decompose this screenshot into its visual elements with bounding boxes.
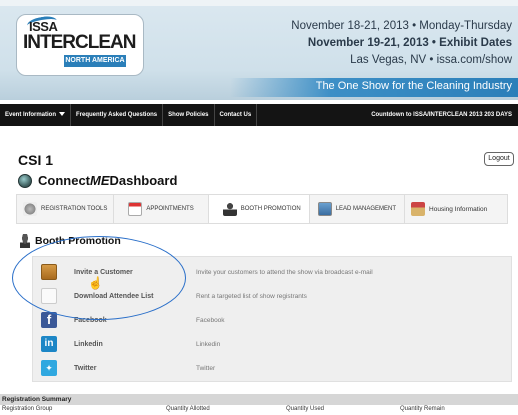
hand-cursor-icon: ☝ xyxy=(88,276,103,290)
countdown-text: Countdown to ISSA/INTERCLEAN 2013 203 DA… xyxy=(371,112,512,118)
tab-registration-tools[interactable]: REGISTRATION TOOLS xyxy=(17,195,115,223)
tab-booth-promotion-label: BOOTH PROMOTION xyxy=(240,206,301,212)
nav-show-policies[interactable]: Show Policies xyxy=(163,104,215,126)
dashboard-title-suffix: Dashboard xyxy=(109,173,178,188)
company-name: CSI 1 xyxy=(18,152,54,168)
tab-lead-management-label: LEAD MANAGEMENT xyxy=(335,206,397,212)
nav-faq[interactable]: Frequently Asked Questions xyxy=(71,104,164,126)
logout-button[interactable]: Logout xyxy=(484,152,514,166)
col-quantity-allotted: Quantity Allotted xyxy=(166,406,210,412)
tab-booth-promotion[interactable]: BOOTH PROMOTION xyxy=(208,195,310,223)
tab-registration-tools-label: REGISTRATION TOOLS xyxy=(41,206,108,212)
event-dates-line1: November 18-21, 2013 • Monday-Thursday xyxy=(291,20,512,32)
nav-event-information[interactable]: Event Information xyxy=(0,104,72,126)
lead-icon xyxy=(317,202,332,216)
chevron-down-icon xyxy=(59,112,66,117)
list-item-twitter[interactable]: ✦ Twitter Twitter xyxy=(33,357,513,379)
issa-interclean-logo[interactable]: ISSA INTERCLEAN NORTH AMERICA xyxy=(16,14,144,76)
event-dates: November 18-21, 2013 • Monday-Thursday N… xyxy=(291,18,512,69)
download-desc: Rent a targeted list of show registrants xyxy=(196,292,307,300)
globe-icon xyxy=(18,173,32,188)
logo-interclean-text: INTERCLEAN xyxy=(23,32,136,53)
facebook-desc: Facebook xyxy=(196,316,225,324)
event-location: Las Vegas, NV • issa.com/show xyxy=(350,54,512,66)
dashboard-title-emph: ME xyxy=(90,173,110,188)
banner-top-strip xyxy=(0,0,518,6)
top-navigation: Event Information Frequently Asked Quest… xyxy=(0,104,518,126)
col-quantity-remain: Quantity Remain xyxy=(400,406,445,412)
list-item-linkedin[interactable]: in Linkedin Linkedin xyxy=(33,333,513,355)
dashboard-title-prefix: Connect xyxy=(38,173,90,188)
registration-summary-heading: Registration Summary xyxy=(0,394,518,405)
dashboard-tabs: REGISTRATION TOOLS APPOINTMENTS BOOTH PR… xyxy=(16,194,508,224)
dashboard-title: Connect ME Dashboard xyxy=(18,173,177,188)
col-quantity-used: Quantity Used xyxy=(286,406,325,412)
linkedin-icon: in xyxy=(41,336,57,352)
gear-icon xyxy=(23,202,37,216)
tab-housing-information[interactable]: Housing Information xyxy=(405,195,493,223)
tab-appointments-label: APPOINTMENTS xyxy=(146,206,194,212)
tagline: The One Show for the Cleaning Industry xyxy=(315,80,512,92)
house-icon xyxy=(411,202,426,216)
tab-lead-management[interactable]: LEAD MANAGEMENT xyxy=(310,195,406,223)
logo-region-badge: NORTH AMERICA xyxy=(64,55,126,67)
nav-contact-us[interactable]: Contact Us xyxy=(215,104,258,126)
linkedin-label[interactable]: Linkedin xyxy=(74,341,103,348)
calendar-icon xyxy=(128,202,143,216)
col-registration-group: Registration Group xyxy=(2,406,53,412)
microphone-icon xyxy=(20,234,30,248)
header-banner: ISSA INTERCLEAN NORTH AMERICA November 1… xyxy=(0,0,518,100)
tab-appointments[interactable]: APPOINTMENTS xyxy=(114,195,209,223)
registration-summary-header: Registration Group Quantity Allotted Qua… xyxy=(0,406,518,415)
nav-event-information-label: Event Information xyxy=(5,112,57,118)
invite-desc: Invite your customers to attend the show… xyxy=(196,268,373,276)
linkedin-desc: Linkedin xyxy=(196,340,221,348)
twitter-label[interactable]: Twitter xyxy=(74,365,96,372)
event-dates-line2: November 19-21, 2013 • Exhibit Dates xyxy=(307,37,512,49)
person-icon xyxy=(222,202,237,216)
tab-housing-information-label: Housing Information xyxy=(429,205,488,213)
twitter-desc: Twitter xyxy=(196,364,216,372)
twitter-icon: ✦ xyxy=(41,360,57,376)
